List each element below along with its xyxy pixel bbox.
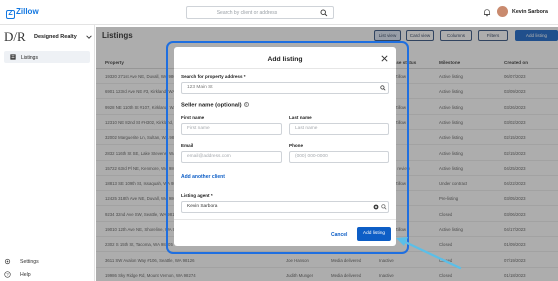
brokerage-logo: D/R <box>4 29 26 44</box>
help-icon: ? <box>4 271 11 278</box>
sidebar-item-label: Help <box>20 272 31 278</box>
avatar[interactable] <box>497 6 508 17</box>
zillow-logo[interactable]: Z Zillow <box>6 7 39 19</box>
listings-icon <box>10 54 16 60</box>
svg-text:?: ? <box>6 272 9 277</box>
search-placeholder: Search by client or address <box>216 10 278 16</box>
top-bar: Z Zillow Search by client or address Kevi… <box>0 0 558 25</box>
zillow-logo-text: Zillow <box>16 7 39 16</box>
highlight-box <box>166 41 409 254</box>
sidebar-item-listings[interactable]: Listings <box>4 51 90 63</box>
brokerage-switcher[interactable]: D/R Designed Realty <box>4 29 95 47</box>
chevron-down-icon <box>86 35 92 39</box>
zillow-logo-mark: Z <box>6 10 15 19</box>
sidebar: D/R Designed Realty Listings Settings ? … <box>0 25 95 281</box>
gear-icon <box>4 258 11 265</box>
sidebar-item-label: Settings <box>20 259 39 265</box>
search-icon[interactable] <box>320 9 328 17</box>
bell-icon[interactable] <box>483 8 491 17</box>
user-name[interactable]: Kevin Sarbora <box>512 9 548 15</box>
client-search-input[interactable]: Search by client or address <box>186 6 334 19</box>
sidebar-item-label: Listings <box>21 54 38 61</box>
brokerage-name: Designed Realty <box>34 34 77 40</box>
